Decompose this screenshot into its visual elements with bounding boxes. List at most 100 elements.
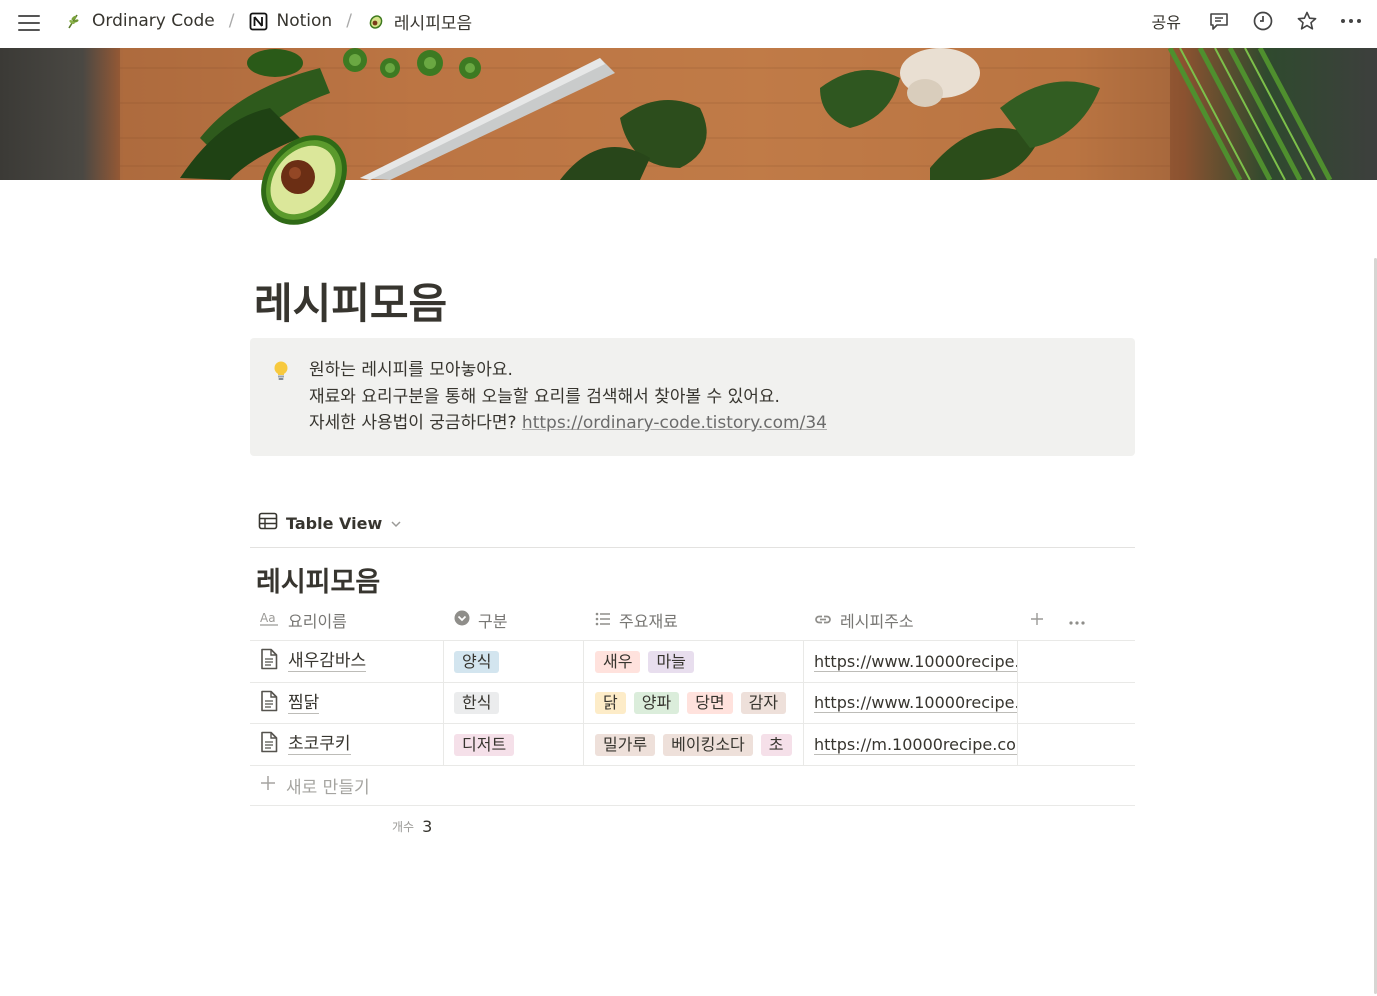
- table-row[interactable]: 새우감바스 양식 새우 마늘 https://www.10000recipe.c: [250, 641, 1135, 683]
- category-tag: 디저트: [454, 733, 515, 756]
- column-header-url[interactable]: 레시피주소: [814, 600, 914, 640]
- herb-icon: [64, 11, 84, 31]
- ingredient-tag: 마늘: [648, 650, 694, 673]
- breadcrumb: Ordinary Code / Notion / 레시피모음: [60, 0, 476, 42]
- breadcrumb-label: Ordinary Code: [92, 11, 215, 31]
- row-name: 새우감바스: [288, 651, 367, 672]
- breadcrumb-item-workspace[interactable]: Ordinary Code: [60, 9, 219, 33]
- page-title[interactable]: 레시피모음: [254, 270, 447, 331]
- svg-text:Aa: Aa: [260, 611, 276, 625]
- callout-line: 원하는 레시피를 모아놓아요.: [309, 360, 513, 380]
- text-aa-icon: Aa: [260, 610, 280, 630]
- column-label: 주요재료: [619, 612, 678, 631]
- sidebar-toggle-menu-icon[interactable]: [18, 10, 44, 36]
- new-row-label: 새로 만들기: [286, 777, 370, 798]
- category-tag: 한식: [454, 692, 500, 714]
- url-link[interactable]: https://www.10000recipe.c: [814, 652, 1017, 672]
- count-value: 3: [422, 817, 433, 836]
- table-view-tab[interactable]: Table View: [258, 512, 402, 534]
- more-options-icon[interactable]: [1339, 9, 1363, 33]
- cell-url[interactable]: https://www.10000recipe.c: [814, 683, 1017, 724]
- select-icon: [454, 610, 470, 630]
- column-header-category[interactable]: 구분: [454, 600, 507, 640]
- row-count[interactable]: 개수 3: [392, 817, 432, 836]
- cell-url[interactable]: https://m.10000recipe.com: [814, 724, 1017, 765]
- column-header-ingredients[interactable]: 주요재료: [595, 600, 678, 640]
- star-icon[interactable]: [1295, 9, 1319, 33]
- plus-icon: [260, 775, 276, 796]
- column-divider: [583, 641, 584, 766]
- lightbulb-icon: [272, 360, 290, 382]
- ingredient-tag: 감자: [740, 692, 787, 714]
- view-label: Table View: [286, 513, 383, 533]
- breadcrumb-label: 레시피모음: [393, 13, 473, 34]
- table-header: Aa 요리이름 구분 주요재료 레시피주소: [250, 600, 1135, 641]
- cell-category[interactable]: 양식: [454, 641, 589, 682]
- topbar: Ordinary Code / Notion / 레시피모음 공유: [0, 0, 1377, 48]
- column-label: 레시피주소: [840, 612, 914, 631]
- cell-ingredients[interactable]: 밀가루 베이킹소다 초: [595, 724, 803, 765]
- clock-icon[interactable]: [1251, 9, 1275, 33]
- table-grid-icon: [258, 512, 278, 534]
- ingredient-tag: 밀가루: [595, 733, 656, 756]
- ingredient-tag: 당면: [687, 692, 733, 714]
- ingredient-tag: 양파: [633, 692, 680, 714]
- table-row[interactable]: 초코쿠키 디저트 밀가루 베이킹소다 초 https://m.10000reci…: [250, 724, 1135, 766]
- column-label: 구분: [478, 612, 508, 631]
- avocado-icon: [366, 11, 386, 31]
- cell-name[interactable]: 찜닭: [260, 683, 440, 724]
- column-divider: [1017, 641, 1018, 766]
- cell-name[interactable]: 새우감바스: [260, 641, 440, 682]
- topbar-actions: 공유: [1152, 0, 1363, 42]
- comment-icon[interactable]: [1207, 9, 1231, 33]
- callout-text: 원하는 레시피를 모아놓아요. 재료와 요리구분을 통해 오늘할 요리를 검색해…: [309, 357, 827, 437]
- add-column-button[interactable]: [1030, 600, 1044, 640]
- category-tag: 양식: [454, 650, 500, 673]
- breadcrumb-label: Notion: [276, 11, 333, 31]
- callout-line: 자세한 사용법이 궁금하다면? https://ordinary-code.ti…: [309, 410, 827, 437]
- cell-category[interactable]: 디저트: [454, 724, 589, 765]
- column-label: 요리이름: [288, 612, 347, 631]
- chevron-down-icon: [390, 514, 402, 533]
- callout-block[interactable]: 원하는 레시피를 모아놓아요. 재료와 요리구분을 통해 오늘할 요리를 검색해…: [250, 338, 1135, 456]
- url-link[interactable]: https://m.10000recipe.com: [814, 735, 1017, 755]
- database-title[interactable]: 레시피모음: [256, 560, 380, 599]
- cell-category[interactable]: 한식: [454, 683, 589, 724]
- callout-line-prefix: 자세한 사용법이 궁금하다면?: [309, 413, 522, 433]
- new-row-button[interactable]: 새로 만들기: [250, 766, 1135, 806]
- row-name: 초코쿠키: [288, 734, 351, 755]
- breadcrumb-item-current-page[interactable]: 레시피모음: [362, 7, 476, 36]
- callout-line: 재료와 요리구분을 통해 오늘할 요리를 검색해서 찾아볼 수 있어요.: [309, 386, 780, 407]
- more-options-icon: [1068, 611, 1086, 630]
- url-link[interactable]: https://www.10000recipe.c: [814, 693, 1017, 713]
- cell-ingredients[interactable]: 새우 마늘: [595, 641, 803, 682]
- breadcrumb-item-notion[interactable]: Notion: [245, 9, 337, 33]
- column-divider: [803, 641, 804, 766]
- breadcrumb-separator: /: [346, 11, 352, 31]
- divider: [250, 547, 1135, 548]
- notion-logo-icon: [249, 11, 269, 31]
- page-document-icon: [260, 731, 278, 758]
- cell-name[interactable]: 초코쿠키: [260, 724, 440, 765]
- count-label: 개수: [392, 820, 415, 834]
- table-row[interactable]: 찜닭 한식 닭 양파 당면 감자 https://www.10000recipe…: [250, 683, 1135, 724]
- breadcrumb-separator: /: [228, 11, 235, 31]
- database-table: Aa 요리이름 구분 주요재료 레시피주소 새우감바스 양식 새우 마늘 htt…: [250, 600, 1135, 806]
- column-options-button[interactable]: [1068, 600, 1086, 640]
- list-icon: [595, 611, 611, 630]
- column-header-name[interactable]: Aa 요리이름: [260, 600, 347, 640]
- share-button[interactable]: 공유: [1152, 9, 1181, 33]
- page-document-icon: [260, 690, 278, 717]
- row-name: 찜닭: [288, 692, 320, 714]
- page-avocado-icon[interactable]: [254, 132, 354, 228]
- column-divider: [443, 641, 444, 766]
- link-icon: [814, 611, 832, 630]
- cell-ingredients[interactable]: 닭 양파 당면 감자: [595, 683, 803, 724]
- cell-url[interactable]: https://www.10000recipe.c: [814, 641, 1017, 682]
- ingredient-tag: 닭: [595, 692, 626, 714]
- ingredient-tag: 베이킹소다: [663, 733, 753, 756]
- ingredient-tag: 새우: [595, 650, 641, 673]
- guide-link[interactable]: https://ordinary-code.tistory.com/34: [522, 413, 827, 433]
- ingredient-tag: 초: [760, 733, 792, 756]
- cover-image: [0, 48, 1377, 180]
